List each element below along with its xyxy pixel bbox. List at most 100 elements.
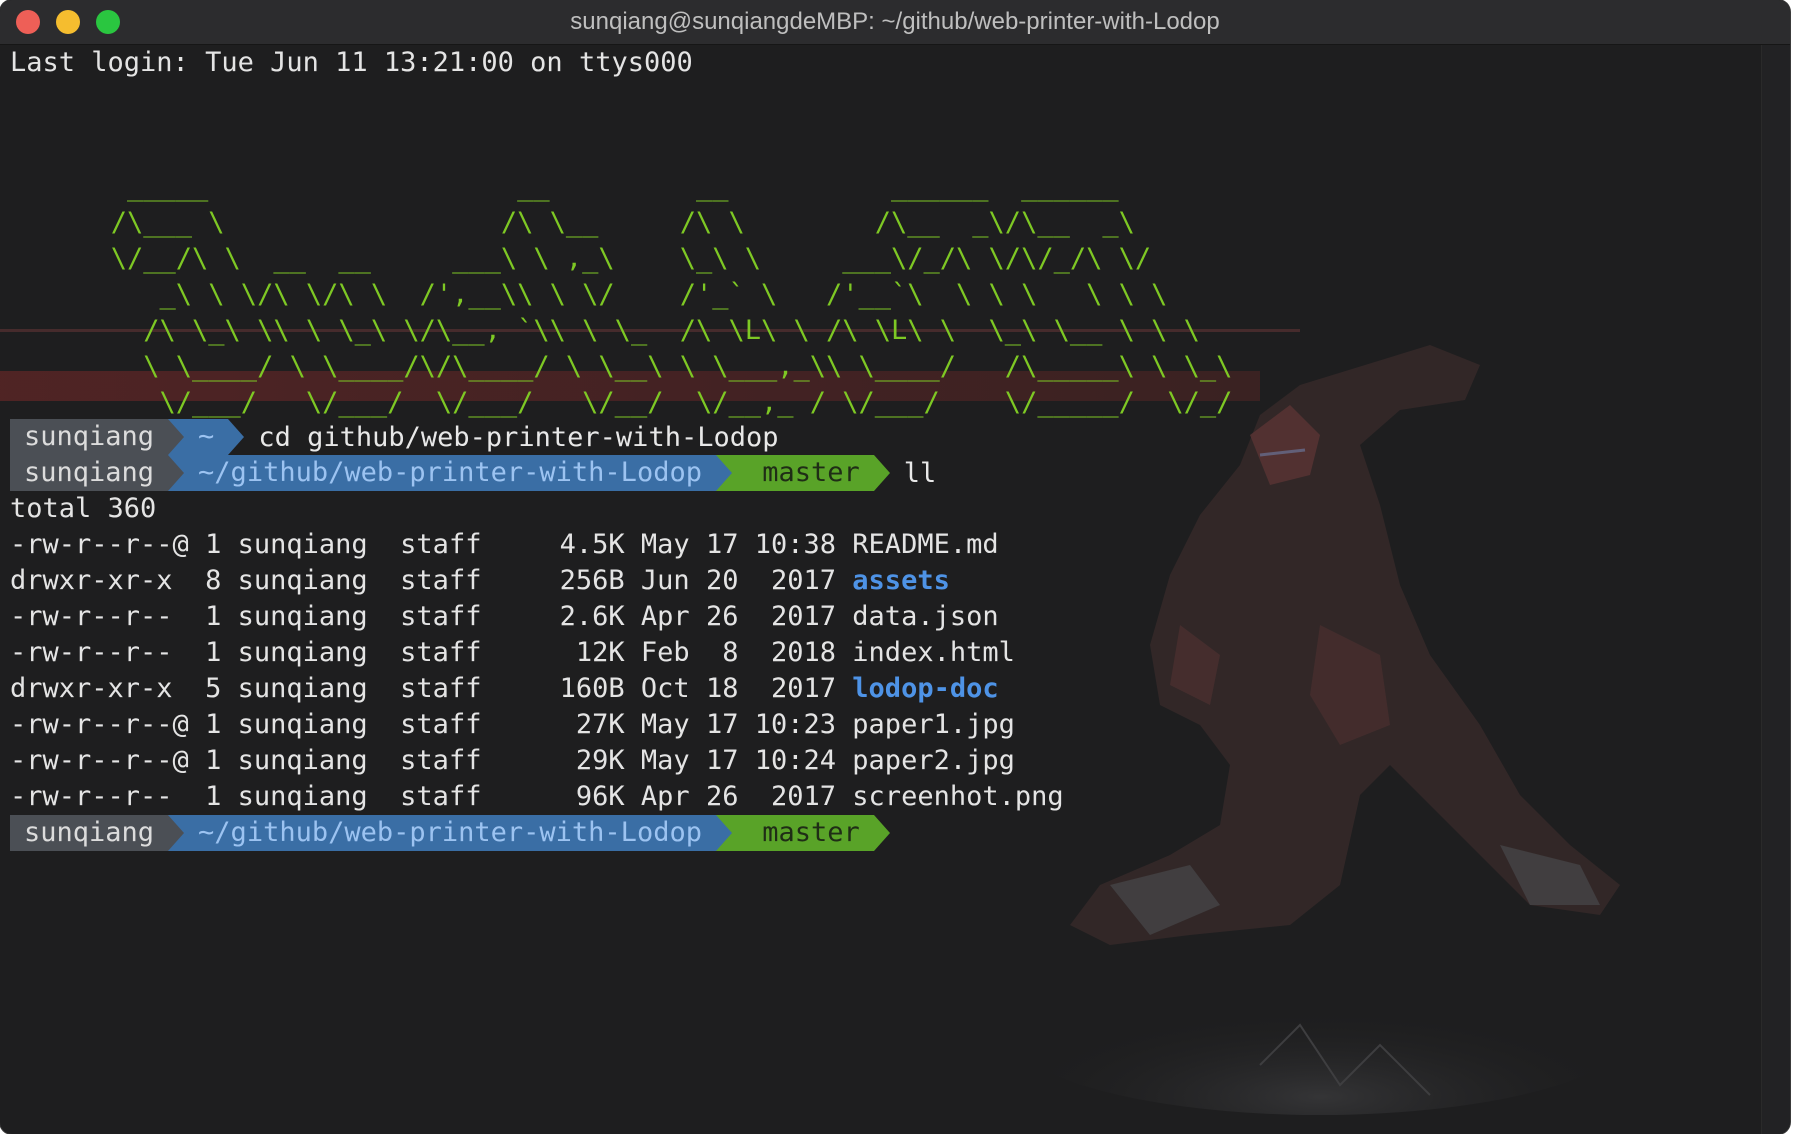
prompt-user: sunqiang xyxy=(10,815,169,851)
file-size: 29K xyxy=(559,745,625,776)
link-count: 1 xyxy=(205,709,222,740)
file-group: staff xyxy=(400,601,482,632)
file-name[interactable]: paper1.jpg xyxy=(852,709,1015,740)
file-group: staff xyxy=(400,709,482,740)
file-permissions: -rw-r--r--@ xyxy=(10,745,189,776)
listing-row: -rw-r--r--@ 1 sunqiang staff 27K May 17 … xyxy=(10,707,1015,743)
file-name[interactable]: paper2.jpg xyxy=(852,745,1015,776)
file-time: 2017 xyxy=(754,673,837,704)
file-month: Apr xyxy=(640,781,690,812)
file-day: 20 xyxy=(705,565,739,596)
file-permissions: drwxr-xr-x xyxy=(10,673,189,704)
listing-row: -rw-r--r-- 1 sunqiang staff 12K Feb 8 20… xyxy=(10,635,1015,671)
file-owner: sunqiang xyxy=(237,637,368,668)
file-permissions: drwxr-xr-x xyxy=(10,565,189,596)
file-month: Apr xyxy=(640,601,690,632)
iron-man-silhouette-icon xyxy=(1000,345,1640,1115)
file-size: 2.6K xyxy=(559,601,625,632)
file-owner: sunqiang xyxy=(237,601,368,632)
file-permissions: -rw-r--r--@ xyxy=(10,709,189,740)
file-group: staff xyxy=(400,673,482,704)
command-text: cd github/web-printer-with-Lodop xyxy=(258,421,779,453)
prompt-separator xyxy=(873,455,890,491)
terminal-content[interactable]: Last login: Tue Jun 11 13:21:00 on ttys0… xyxy=(0,45,1762,1134)
file-day: 17 xyxy=(705,745,739,776)
link-count: 5 xyxy=(205,673,222,704)
file-day: 26 xyxy=(705,781,739,812)
file-size: 96K xyxy=(559,781,625,812)
prompt-separator xyxy=(228,419,245,455)
file-permissions: -rw-r--r--@ xyxy=(10,529,189,560)
file-day: 18 xyxy=(705,673,739,704)
listing-row: drwxr-xr-x 5 sunqiang staff 160B Oct 18 … xyxy=(10,671,999,707)
file-time: 2017 xyxy=(754,781,837,812)
prompt-separator xyxy=(715,455,732,491)
file-month: May xyxy=(640,745,690,776)
file-size: 27K xyxy=(559,709,625,740)
prompt-separator xyxy=(873,815,890,851)
file-name[interactable]: screenhot.png xyxy=(852,781,1063,812)
directory-name[interactable]: assets xyxy=(852,565,950,596)
link-count: 1 xyxy=(205,529,222,560)
ascii-art-line: _\ \ \/\ \/\ \ /',__\\ \ \/ /'_` \ /'__`… xyxy=(62,279,1168,310)
file-permissions: -rw-r--r-- xyxy=(10,601,189,632)
file-month: Oct xyxy=(640,673,690,704)
prompt-line: sunqiang ~/github/web-printer-with-Lodop… xyxy=(10,815,890,851)
file-owner: sunqiang xyxy=(237,745,368,776)
file-owner: sunqiang xyxy=(237,781,368,812)
ascii-art-line: /\___ \ /\ \__ /\ \ /\__ _\/\__ _\ xyxy=(62,207,1135,238)
file-group: staff xyxy=(400,781,482,812)
title-bar: sunqiang@sunqiangdeMBP: ~/github/web-pri… xyxy=(0,0,1790,45)
file-owner: sunqiang xyxy=(237,673,368,704)
last-login-line: Last login: Tue Jun 11 13:21:00 on ttys0… xyxy=(10,47,693,78)
prompt-user: sunqiang xyxy=(10,419,169,455)
prompt-separator xyxy=(168,455,185,491)
file-month: Feb xyxy=(640,637,690,668)
listing-row: -rw-r--r--@ 1 sunqiang staff 29K May 17 … xyxy=(10,743,1015,779)
link-count: 1 xyxy=(205,601,222,632)
file-time: 10:23 xyxy=(754,709,837,740)
prompt-git-branch: master xyxy=(731,455,874,491)
file-size: 256B xyxy=(559,565,625,596)
file-day: 17 xyxy=(705,529,739,560)
directory-name[interactable]: lodop-doc xyxy=(852,673,998,704)
listing-row: -rw-r--r-- 1 sunqiang staff 2.6K Apr 26 … xyxy=(10,599,999,635)
file-permissions: -rw-r--r-- xyxy=(10,637,189,668)
ascii-art-banner: _____ __ __ ______ ______ /\___ \ /\ \__… xyxy=(62,169,1233,421)
terminal-window: sunqiang@sunqiangdeMBP: ~/github/web-pri… xyxy=(0,0,1790,1134)
file-time: 2017 xyxy=(754,601,837,632)
file-name[interactable]: README.md xyxy=(852,529,998,560)
file-owner: sunqiang xyxy=(237,709,368,740)
branch-name: master xyxy=(762,817,860,848)
listing-row: drwxr-xr-x 8 sunqiang staff 256B Jun 20 … xyxy=(10,563,950,599)
file-size: 12K xyxy=(559,637,625,668)
file-group: staff xyxy=(400,637,482,668)
window-title: sunqiang@sunqiangdeMBP: ~/github/web-pri… xyxy=(570,8,1220,35)
file-group: staff xyxy=(400,565,482,596)
file-group: staff xyxy=(400,745,482,776)
file-name[interactable]: data.json xyxy=(852,601,998,632)
link-count: 8 xyxy=(205,565,222,596)
prompt-git-branch: master xyxy=(731,815,874,851)
ascii-art-line: \ \____/ \ \____/\/\____/ \ \__\ \ \___,… xyxy=(62,351,1233,382)
file-owner: sunqiang xyxy=(237,565,368,596)
file-group: staff xyxy=(400,529,482,560)
prompt-line: sunqiang ~ cd github/web-printer-with-Lo… xyxy=(10,419,778,455)
prompt-separator xyxy=(168,815,185,851)
file-month: Jun xyxy=(640,565,690,596)
link-count: 1 xyxy=(205,637,222,668)
listing-row: -rw-r--r-- 1 sunqiang staff 96K Apr 26 2… xyxy=(10,779,1064,815)
listing-row: -rw-r--r--@ 1 sunqiang staff 4.5K May 17… xyxy=(10,527,999,563)
ascii-art-line: _____ __ __ ______ ______ xyxy=(62,171,1119,202)
prompt-separator xyxy=(168,419,185,455)
file-day: 8 xyxy=(705,637,739,668)
file-size: 160B xyxy=(559,673,625,704)
scrollbar[interactable] xyxy=(1761,45,1790,1134)
file-time: 10:24 xyxy=(754,745,837,776)
file-month: May xyxy=(640,529,690,560)
file-name[interactable]: index.html xyxy=(852,637,1015,668)
ascii-art-line: \/___/ \/___/ \/___/ \/__/ \/__,_ / \/__… xyxy=(62,387,1233,418)
prompt-separator xyxy=(715,815,732,851)
file-permissions: -rw-r--r-- xyxy=(10,781,189,812)
file-size: 4.5K xyxy=(559,529,625,560)
